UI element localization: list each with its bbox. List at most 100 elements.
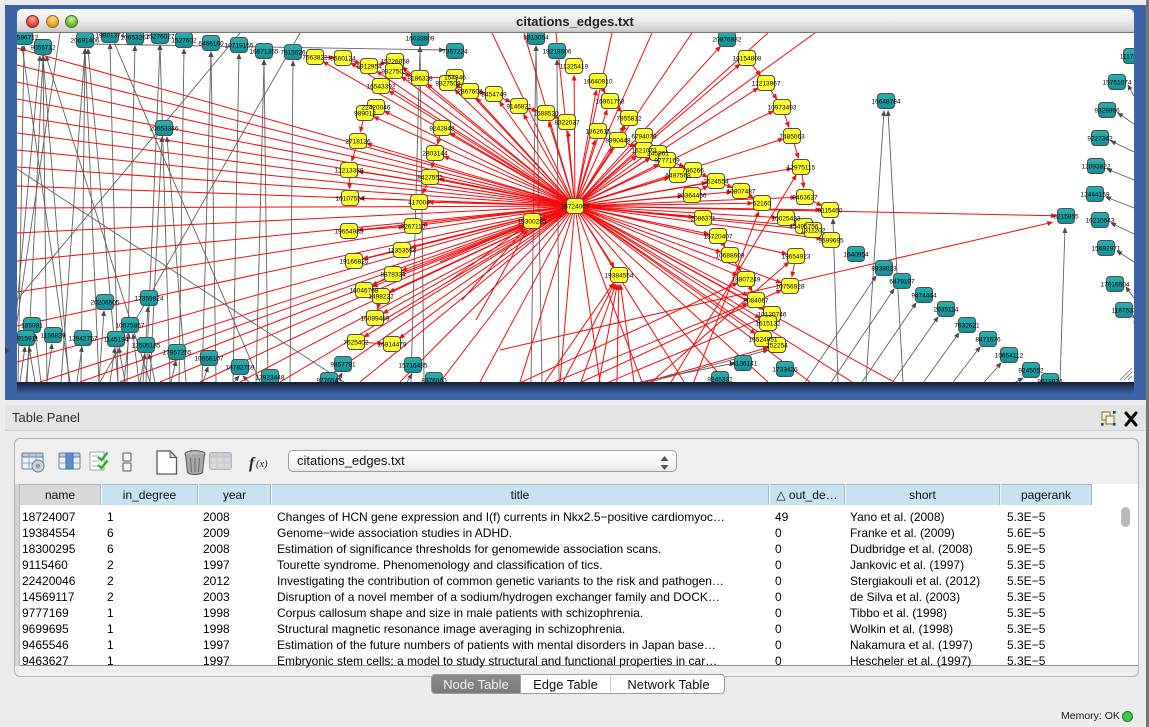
svg-text:9245052: 9245052 <box>1018 368 1044 375</box>
svg-text:12213389: 12213389 <box>335 168 364 175</box>
svg-text:9474444: 9474444 <box>911 293 937 300</box>
svg-text:1733426: 1733426 <box>772 367 798 374</box>
svg-text:3267110: 3267110 <box>401 224 426 231</box>
svg-text:17016504: 17016504 <box>1101 282 1130 289</box>
svg-text:2935114: 2935114 <box>934 307 959 314</box>
svg-text:9115460: 9115460 <box>818 208 843 215</box>
svg-text:10958107: 10958107 <box>195 356 224 363</box>
svg-text:8912954: 8912954 <box>356 64 382 71</box>
svg-text:9329966: 9329966 <box>1094 108 1120 115</box>
svg-text:17359924: 17359924 <box>135 296 164 303</box>
svg-text:417004: 417004 <box>408 200 430 207</box>
svg-text:10688609: 10688609 <box>716 253 745 260</box>
svg-text:7485063: 7485063 <box>779 134 805 141</box>
svg-text:12942757: 12942757 <box>69 336 98 343</box>
svg-text:9618976: 9618976 <box>1037 379 1063 383</box>
svg-text:8878334: 8878334 <box>380 272 406 279</box>
svg-text:7357224: 7357224 <box>442 49 468 56</box>
svg-text:10120746: 10120746 <box>758 312 787 319</box>
svg-text:16914479: 16914479 <box>378 342 407 349</box>
svg-text:3624554: 3624554 <box>703 179 729 186</box>
svg-text:f: f <box>249 455 256 472</box>
svg-text:9327508: 9327508 <box>435 81 461 88</box>
svg-text:2803144: 2803144 <box>422 151 448 158</box>
svg-text:245861: 245861 <box>647 151 669 158</box>
svg-text:1156829: 1156829 <box>41 333 66 340</box>
svg-text:10025433: 10025433 <box>772 216 801 223</box>
svg-text:8938923: 8938923 <box>871 266 897 273</box>
svg-text:19654923: 19654923 <box>782 254 811 261</box>
svg-text:16154808: 16154808 <box>733 56 762 63</box>
svg-text:62160: 62160 <box>753 201 771 208</box>
svg-text:9776543: 9776543 <box>316 378 342 383</box>
svg-text:11353594: 11353594 <box>388 248 417 255</box>
svg-text:16782759: 16782759 <box>226 365 255 372</box>
svg-text:10756928: 10756928 <box>776 284 805 291</box>
svg-text:6479197: 6479197 <box>889 279 915 286</box>
svg-text:16648784: 16648784 <box>872 99 901 106</box>
svg-text:16543392: 16543392 <box>367 84 396 91</box>
svg-text:17957255: 17957255 <box>163 350 192 357</box>
svg-text:7663822: 7663822 <box>302 55 328 62</box>
svg-text:8376560: 8376560 <box>421 378 447 383</box>
svg-text:3915911: 3915911 <box>17 336 39 343</box>
svg-text:18724007: 18724007 <box>561 204 590 211</box>
svg-text:9463627: 9463627 <box>792 195 818 202</box>
svg-text:1640954: 1640954 <box>843 252 869 259</box>
svg-text:9227342: 9227342 <box>1087 136 1113 143</box>
svg-text:1588520: 1588520 <box>533 111 559 118</box>
svg-text:19166825: 19166825 <box>340 259 369 266</box>
svg-text:989012: 989012 <box>354 111 376 118</box>
svg-text:9084067: 9084067 <box>743 298 769 305</box>
svg-text:11325419: 11325419 <box>560 64 589 71</box>
svg-text:20364456: 20364456 <box>678 193 707 200</box>
svg-text:10107554: 10107554 <box>336 196 365 203</box>
svg-text:16640910: 16640910 <box>584 79 613 86</box>
svg-text:(x): (x) <box>256 459 268 470</box>
svg-text:12975115: 12975115 <box>787 165 816 172</box>
svg-text:8186328: 8186328 <box>407 76 433 83</box>
svg-text:8660124: 8660124 <box>330 56 356 63</box>
svg-text:1311202: 1311202 <box>801 228 826 235</box>
svg-text:1362615: 1362615 <box>585 129 611 136</box>
svg-text:15716485: 15716485 <box>399 363 428 370</box>
svg-text:1145194: 1145194 <box>104 337 129 344</box>
svg-text:10807487: 10807487 <box>727 189 756 196</box>
svg-text:16033809: 16033809 <box>406 36 435 43</box>
svg-text:19218506: 19218506 <box>543 49 572 56</box>
svg-text:2867608: 2867608 <box>457 89 483 96</box>
svg-text:9055712: 9055712 <box>30 45 56 52</box>
svg-text:19384554: 19384554 <box>605 273 634 280</box>
svg-text:7625402: 7625402 <box>343 340 369 347</box>
svg-text:15226058: 15226058 <box>381 59 410 66</box>
svg-text:6794078: 6794078 <box>631 134 657 141</box>
svg-text:2086371: 2086371 <box>690 216 716 223</box>
svg-text:15751074: 15751074 <box>1103 80 1132 87</box>
svg-text:9245332: 9245332 <box>707 377 733 383</box>
svg-text:10973493: 10973493 <box>768 105 797 112</box>
svg-text:1167533: 1167533 <box>1112 308 1134 315</box>
svg-text:9777169: 9777169 <box>654 158 680 165</box>
svg-text:18300295: 18300295 <box>518 219 547 226</box>
svg-text:16099489: 16099489 <box>361 316 390 323</box>
svg-text:10975867: 10975867 <box>116 323 145 330</box>
svg-text:8215955: 8215955 <box>1053 214 1079 221</box>
svg-text:12444159: 12444159 <box>1081 192 1110 199</box>
svg-text:185081: 185081 <box>21 323 43 330</box>
svg-text:15692971: 15692971 <box>1092 246 1121 253</box>
svg-text:12923448: 12923448 <box>256 375 285 382</box>
svg-text:16671355: 16671355 <box>250 49 279 56</box>
svg-text:1527602: 1527602 <box>171 38 197 45</box>
svg-text:18596712: 18596712 <box>17 35 39 42</box>
svg-text:9146821: 9146821 <box>506 104 532 111</box>
svg-text:9242848: 9242848 <box>429 126 455 133</box>
svg-text:1615132: 1615132 <box>755 321 781 328</box>
svg-text:9857791: 9857791 <box>330 362 356 369</box>
svg-text:8990448: 8990448 <box>605 138 631 145</box>
svg-text:8427552: 8427552 <box>417 175 443 182</box>
svg-text:12505185: 12505185 <box>132 343 161 350</box>
svg-text:19654985: 19654985 <box>335 229 364 236</box>
svg-text:16210643: 16210643 <box>1086 218 1115 225</box>
svg-text:9699695: 9699695 <box>818 238 844 245</box>
svg-text:12093822: 12093822 <box>1082 164 1111 171</box>
